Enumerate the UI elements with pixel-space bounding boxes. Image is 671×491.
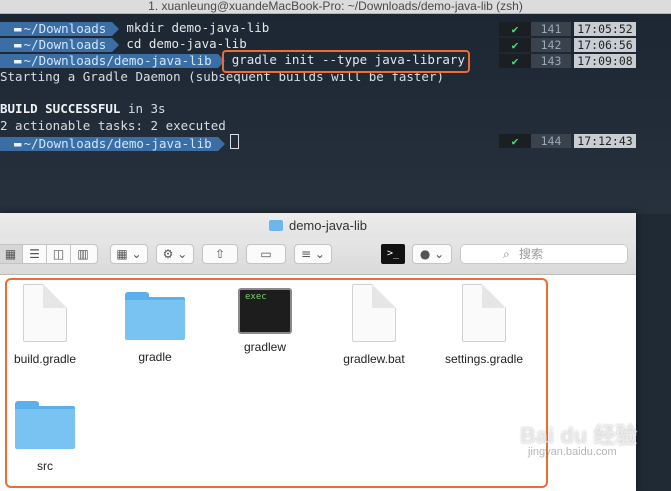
file-name: gradle (138, 350, 172, 364)
document-icon (352, 284, 396, 342)
chevron-down-icon: ⌄ (177, 247, 188, 261)
timestamp: 17:05:52 (574, 22, 636, 36)
prompt-segment: ▬ ~/Downloads/demo-java-lib (0, 53, 225, 68)
terminal-body[interactable]: ▬ ~/Downloads mkdir demo-java-lib ✔ 141 17:0… (0, 14, 671, 214)
command-text: cd demo-java-lib (126, 36, 247, 51)
file-area[interactable]: build.gradle gradle exec gradlew gradlew… (0, 275, 636, 491)
prompt-path: ~/Downloads (23, 37, 107, 52)
file-name: gradlew (243, 340, 287, 354)
history-number: 144 (531, 134, 571, 148)
tasks-line: 2 actionable tasks: 2 executed (0, 118, 226, 133)
grid-icon: ▦ (116, 247, 128, 261)
check-icon: ✔ (499, 38, 531, 52)
check-icon: ✔ (499, 134, 531, 148)
status-segment: ✔ 142 17:06:56 (499, 38, 636, 52)
gear-icon: ⚙ (162, 247, 174, 261)
action-button[interactable]: ⚙ ⌄ (156, 244, 194, 264)
file-name: src (37, 459, 53, 473)
build-line: BUILD SUCCESSFUL in 3s (0, 101, 166, 117)
finder-toolbar: ▦ ☰ ◫ ▥ ▦ ⌄ ⚙ ⌄ ⇧ ▭ ≡ ⌄ >_ ● ⌄ ⌕ 搜索 (0, 238, 636, 275)
terminal-line: ▬ ~/Downloads mkdir demo-java-lib (0, 20, 269, 36)
leaf-icon: ● (419, 247, 431, 261)
history-number: 143 (531, 54, 571, 68)
check-icon: ✔ (499, 54, 531, 68)
build-time: in 3s (120, 101, 166, 116)
prompt-path: ~/Downloads/demo-java-lib (23, 136, 212, 151)
finder-title-text: demo-java-lib (288, 218, 368, 233)
executable-icon: exec (238, 288, 292, 334)
history-number: 142 (531, 38, 571, 52)
finder-titlebar: demo-java-lib (0, 213, 636, 238)
icon-view-icon[interactable]: ▦ (0, 245, 23, 263)
folder-icon: ▬ (14, 53, 22, 68)
search-input[interactable]: ⌕ 搜索 (460, 244, 628, 264)
file-item[interactable]: src (0, 393, 93, 473)
chevron-down-icon: ⌄ (434, 247, 445, 261)
timestamp: 17:06:56 (574, 38, 636, 52)
terminal-line: ▬ ~/Downloads/demo-java-lib (0, 134, 239, 151)
chevron-down-icon: ⌄ (131, 247, 142, 261)
view-mode-segmented[interactable]: ▦ ☰ ◫ ▥ (0, 244, 98, 264)
file-name: settings.gradle (444, 352, 524, 366)
file-item[interactable]: exec gradlew (217, 284, 313, 354)
history-number: 141 (531, 22, 571, 36)
command-highlight-box (222, 50, 470, 73)
gallery-view-icon[interactable]: ▥ (71, 245, 95, 263)
chevron-down-icon: ⌄ (314, 247, 325, 261)
share-icon: ⇧ (214, 247, 226, 261)
group-button[interactable]: ▦ ⌄ (110, 244, 148, 264)
prompt-segment: ▬ ~/Downloads/demo-java-lib (0, 136, 225, 151)
text-cursor[interactable] (229, 134, 239, 149)
file-item[interactable]: gradlew.bat (326, 284, 422, 366)
terminal-line: ▬ ~/Downloads cd demo-java-lib (0, 36, 247, 52)
document-icon (23, 284, 67, 342)
folder-icon (268, 220, 283, 231)
status-segment: ✔ 144 17:12:43 (499, 134, 636, 148)
prompt-segment: ▬ ~/Downloads (0, 37, 120, 52)
prompt-segment: ▬ ~/Downloads (0, 21, 120, 36)
prompt-path: ~/Downloads/demo-java-lib (23, 53, 212, 68)
list-icon: ≡ (301, 247, 312, 261)
tag-icon: ▭ (260, 247, 272, 261)
terminal-titlebar: 1. xuanleung@xuandeMacBook-Pro: ~/Downlo… (0, 0, 671, 14)
terminal-icon[interactable]: >_ (381, 244, 405, 264)
folder-icon (15, 401, 75, 449)
file-name: gradlew.bat (343, 352, 405, 366)
folder-icon: ▬ (14, 21, 22, 36)
watermark-url: jingyan.baidu.com (528, 446, 617, 458)
column-view-icon[interactable]: ◫ (47, 245, 71, 263)
folder-icon: ▬ (14, 136, 22, 151)
folder-icon: ▬ (14, 37, 22, 52)
folder-icon (125, 292, 185, 340)
file-name: build.gradle (13, 352, 77, 366)
build-status: BUILD SUCCESSFUL (0, 101, 121, 116)
status-segment: ✔ 143 17:09:08 (499, 54, 636, 68)
file-item[interactable]: settings.gradle (436, 284, 532, 366)
prompt-path: ~/Downloads (23, 21, 107, 36)
command-text: mkdir demo-java-lib (126, 20, 270, 35)
file-item[interactable]: build.gradle (0, 284, 93, 366)
status-segment: ✔ 141 17:05:52 (499, 22, 636, 36)
arrange-button[interactable]: ≡ ⌄ (294, 244, 332, 264)
search-placeholder: 搜索 (519, 247, 544, 261)
check-icon: ✔ (499, 22, 531, 36)
finder-title: demo-java-lib (0, 218, 636, 233)
file-item[interactable]: gradle (107, 284, 203, 364)
document-icon (462, 284, 506, 342)
tags-button[interactable]: ▭ (246, 244, 286, 264)
timestamp: 17:12:43 (574, 134, 636, 148)
timestamp: 17:09:08 (574, 54, 636, 68)
terminal-title: 1. xuanleung@xuandeMacBook-Pro: ~/Downlo… (148, 0, 523, 13)
extension-button[interactable]: ● ⌄ (412, 244, 452, 264)
share-button[interactable]: ⇧ (202, 244, 238, 264)
search-icon: ⌕ (503, 247, 510, 261)
list-view-icon[interactable]: ☰ (23, 245, 47, 263)
